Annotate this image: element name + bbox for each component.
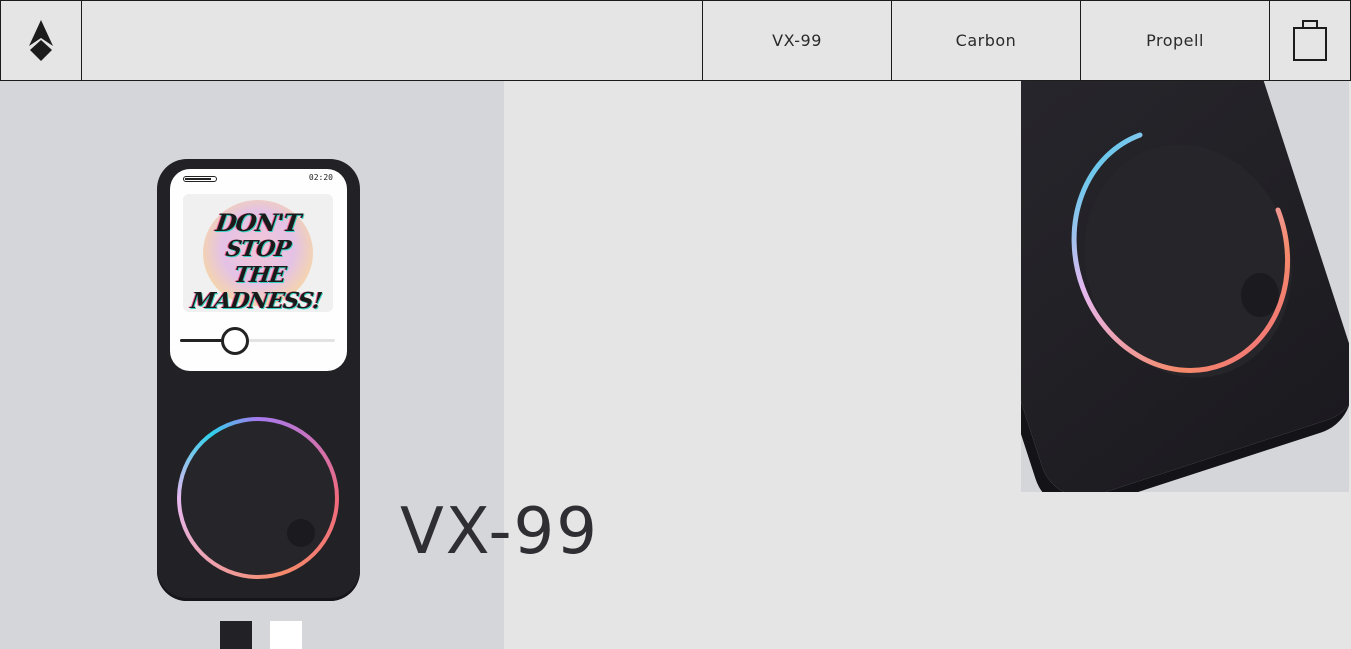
nav-label: Propell	[1146, 31, 1204, 50]
click-wheel[interactable]	[177, 417, 339, 579]
cart-button[interactable]	[1269, 1, 1350, 80]
album-text-line: STOP	[224, 236, 292, 262]
playback-progress-slider[interactable]	[180, 327, 335, 355]
spade-arrow-logo-icon	[29, 19, 53, 61]
click-wheel-center	[181, 421, 335, 575]
music-player-device: 02:20 DON'T STOP THE MADNESS!	[157, 159, 360, 601]
nav-label: VX-99	[772, 31, 822, 50]
progress-thumb[interactable]	[221, 327, 250, 355]
nav-item-carbon[interactable]: Carbon	[891, 1, 1080, 80]
nav-label: Carbon	[955, 31, 1017, 50]
page: VX-99 Carbon Propell 02:20 DON'T STOP TH…	[0, 0, 1351, 649]
color-swatch-white[interactable]	[270, 621, 302, 649]
color-swatch-black[interactable]	[220, 621, 252, 649]
album-art: DON'T STOP THE MADNESS!	[183, 194, 333, 312]
header-spacer	[82, 1, 702, 80]
logo[interactable]	[1, 1, 82, 80]
album-text-line: DON'T	[214, 208, 302, 237]
album-text-line: THE MADNESS!	[189, 262, 324, 312]
nav-item-vx99[interactable]: VX-99	[702, 1, 891, 80]
nav-item-propell[interactable]: Propell	[1080, 1, 1269, 80]
screen-time: 02:20	[308, 173, 333, 182]
angled-click-wheel	[1071, 132, 1292, 378]
product-title: VX-99	[400, 495, 599, 569]
device-screen: 02:20 DON'T STOP THE MADNESS!	[170, 169, 347, 371]
shopping-bag-icon	[1293, 19, 1327, 61]
battery-icon	[183, 176, 217, 182]
top-navigation-bar: VX-99 Carbon Propell	[0, 0, 1351, 81]
wheel-button[interactable]	[287, 519, 315, 547]
